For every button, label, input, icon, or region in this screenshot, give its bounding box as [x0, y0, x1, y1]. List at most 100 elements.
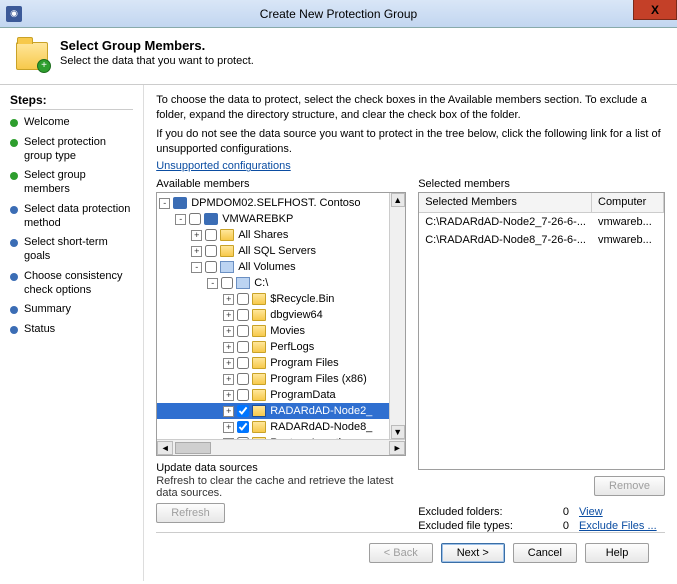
expand-icon[interactable]: +: [223, 342, 234, 353]
expand-icon[interactable]: +: [223, 310, 234, 321]
tree-shares[interactable]: +All Shares: [157, 227, 405, 243]
tree-checkbox[interactable]: [237, 341, 249, 353]
selected-row[interactable]: C:\RADARdAD-Node2_7-26-6-...vmwareb...: [419, 213, 664, 231]
tree-label: $Recycle.Bin: [270, 293, 334, 305]
tree-checkbox[interactable]: [205, 261, 217, 273]
titlebar: ◉ Create New Protection Group X: [0, 0, 677, 28]
tree-label: DPMDOM02.SELFHOST. Contoso: [191, 197, 360, 209]
selected-list[interactable]: Selected Members Computer C:\RADARdAD-No…: [418, 192, 665, 470]
scroll-up-icon[interactable]: ▲: [391, 193, 405, 207]
folder-icon: [252, 437, 266, 439]
collapse-icon[interactable]: -: [207, 278, 218, 289]
step-label: Welcome: [24, 116, 70, 130]
tree-checkbox[interactable]: [237, 373, 249, 385]
tree-checkbox[interactable]: [205, 229, 217, 241]
tree-vscroll[interactable]: ▲ ▼: [389, 193, 405, 439]
expand-icon[interactable]: +: [223, 438, 234, 440]
tree-folder[interactable]: + RADARdAD-Node8_: [157, 419, 405, 435]
cancel-button[interactable]: Cancel: [513, 543, 577, 563]
collapse-icon[interactable]: -: [159, 198, 170, 209]
tree-checkbox[interactable]: [237, 437, 249, 439]
step-bullet-icon: [10, 273, 18, 281]
tree-checkbox[interactable]: [237, 325, 249, 337]
tree-folder[interactable]: + $Recycle.Bin: [157, 291, 405, 307]
page-title: Select Group Members.: [60, 38, 254, 53]
tree-checkbox[interactable]: [189, 213, 201, 225]
tree-folder[interactable]: + RADARdAD-Node2_: [157, 403, 405, 419]
collapse-icon[interactable]: -: [191, 262, 202, 273]
tree-hscroll[interactable]: ◄ ►: [157, 439, 405, 455]
tree-label: PerfLogs: [270, 341, 314, 353]
selected-header: Selected Members Computer: [419, 193, 664, 213]
step-4: Select short-term goals: [10, 236, 133, 264]
back-button[interactable]: < Back: [369, 543, 433, 563]
tree-folder[interactable]: + PerfLogs: [157, 339, 405, 355]
steps-title: Steps:: [10, 93, 133, 110]
close-button[interactable]: X: [633, 0, 677, 20]
expand-icon[interactable]: +: [191, 246, 202, 257]
tree-folder[interactable]: +dbgview64: [157, 307, 405, 323]
folder-icon: [252, 373, 266, 385]
refresh-button[interactable]: Refresh: [156, 503, 225, 523]
scroll-left-icon[interactable]: ◄: [157, 441, 173, 455]
folder-icon: [252, 389, 266, 401]
expand-icon[interactable]: +: [223, 390, 234, 401]
tree-label: VMWAREBKP: [222, 213, 293, 225]
expand-icon[interactable]: +: [223, 422, 234, 433]
tree-checkbox[interactable]: [237, 405, 249, 417]
shares-icon: [220, 229, 234, 241]
remove-button[interactable]: Remove: [594, 476, 665, 496]
expand-icon[interactable]: +: [191, 230, 202, 241]
tree-folder[interactable]: + Program Files: [157, 355, 405, 371]
expand-icon[interactable]: +: [223, 374, 234, 385]
tree-checkbox[interactable]: [237, 389, 249, 401]
tree-checkbox[interactable]: [237, 293, 249, 305]
unsupported-config-link[interactable]: Unsupported configurations: [156, 160, 665, 172]
tree-root[interactable]: - DPMDOM02.SELFHOST. Contoso: [157, 195, 405, 211]
selected-path: C:\RADARdAD-Node8_7-26-6-...: [419, 232, 592, 248]
sql-icon: [220, 245, 234, 257]
step-label: Select group members: [24, 169, 133, 197]
tree-checkbox[interactable]: [237, 357, 249, 369]
tree-folder[interactable]: + Program Files (x86): [157, 371, 405, 387]
tree-drive[interactable]: -C:\: [157, 275, 405, 291]
help-button[interactable]: Help: [585, 543, 649, 563]
tree-server[interactable]: - VMWAREBKP: [157, 211, 405, 227]
view-excluded-link[interactable]: View: [579, 506, 665, 518]
step-label: Status: [24, 323, 55, 337]
scroll-thumb[interactable]: [175, 442, 211, 454]
expand-icon[interactable]: +: [223, 406, 234, 417]
intro-text-1: To choose the data to protect, select th…: [156, 93, 665, 123]
folder-icon: [252, 293, 266, 305]
tree-label: Program Files: [270, 357, 338, 369]
col-computer[interactable]: Computer: [592, 193, 664, 212]
scroll-right-icon[interactable]: ►: [389, 441, 405, 455]
col-selected-members[interactable]: Selected Members: [419, 193, 592, 212]
tree-label: Restore Location: [270, 437, 353, 439]
expand-icon[interactable]: +: [223, 326, 234, 337]
tree-checkbox[interactable]: [237, 421, 249, 433]
available-label: Available members: [156, 178, 406, 190]
exclude-files-link[interactable]: Exclude Files ...: [579, 520, 665, 532]
expand-icon[interactable]: +: [223, 294, 234, 305]
intro-text-2: If you do not see the data source you wa…: [156, 127, 665, 157]
tree-folder[interactable]: +ProgramData: [157, 387, 405, 403]
tree-checkbox[interactable]: [237, 309, 249, 321]
tree-label: RADARdAD-Node2_: [270, 405, 372, 417]
tree-checkbox[interactable]: [221, 277, 233, 289]
tree-sql[interactable]: +All SQL Servers: [157, 243, 405, 259]
tree-volumes[interactable]: - All Volumes: [157, 259, 405, 275]
tree-folder[interactable]: + Movies: [157, 323, 405, 339]
selected-row[interactable]: C:\RADARdAD-Node8_7-26-6-...vmwareb...: [419, 231, 664, 249]
tree-checkbox[interactable]: [205, 245, 217, 257]
tree-label: Movies: [270, 325, 305, 337]
tree-label: All Volumes: [238, 261, 295, 273]
expand-icon[interactable]: +: [223, 358, 234, 369]
collapse-icon[interactable]: -: [175, 214, 186, 225]
tree-label: Program Files (x86): [270, 373, 367, 385]
tree-label: RADARdAD-Node8_: [270, 421, 372, 433]
update-subtitle: Refresh to clear the cache and retrieve …: [156, 475, 396, 499]
next-button[interactable]: Next >: [441, 543, 505, 563]
available-tree[interactable]: -DPMDOM02.SELFHOST. Contoso-VMWAREBKP+Al…: [156, 192, 406, 456]
scroll-down-icon[interactable]: ▼: [391, 425, 405, 439]
